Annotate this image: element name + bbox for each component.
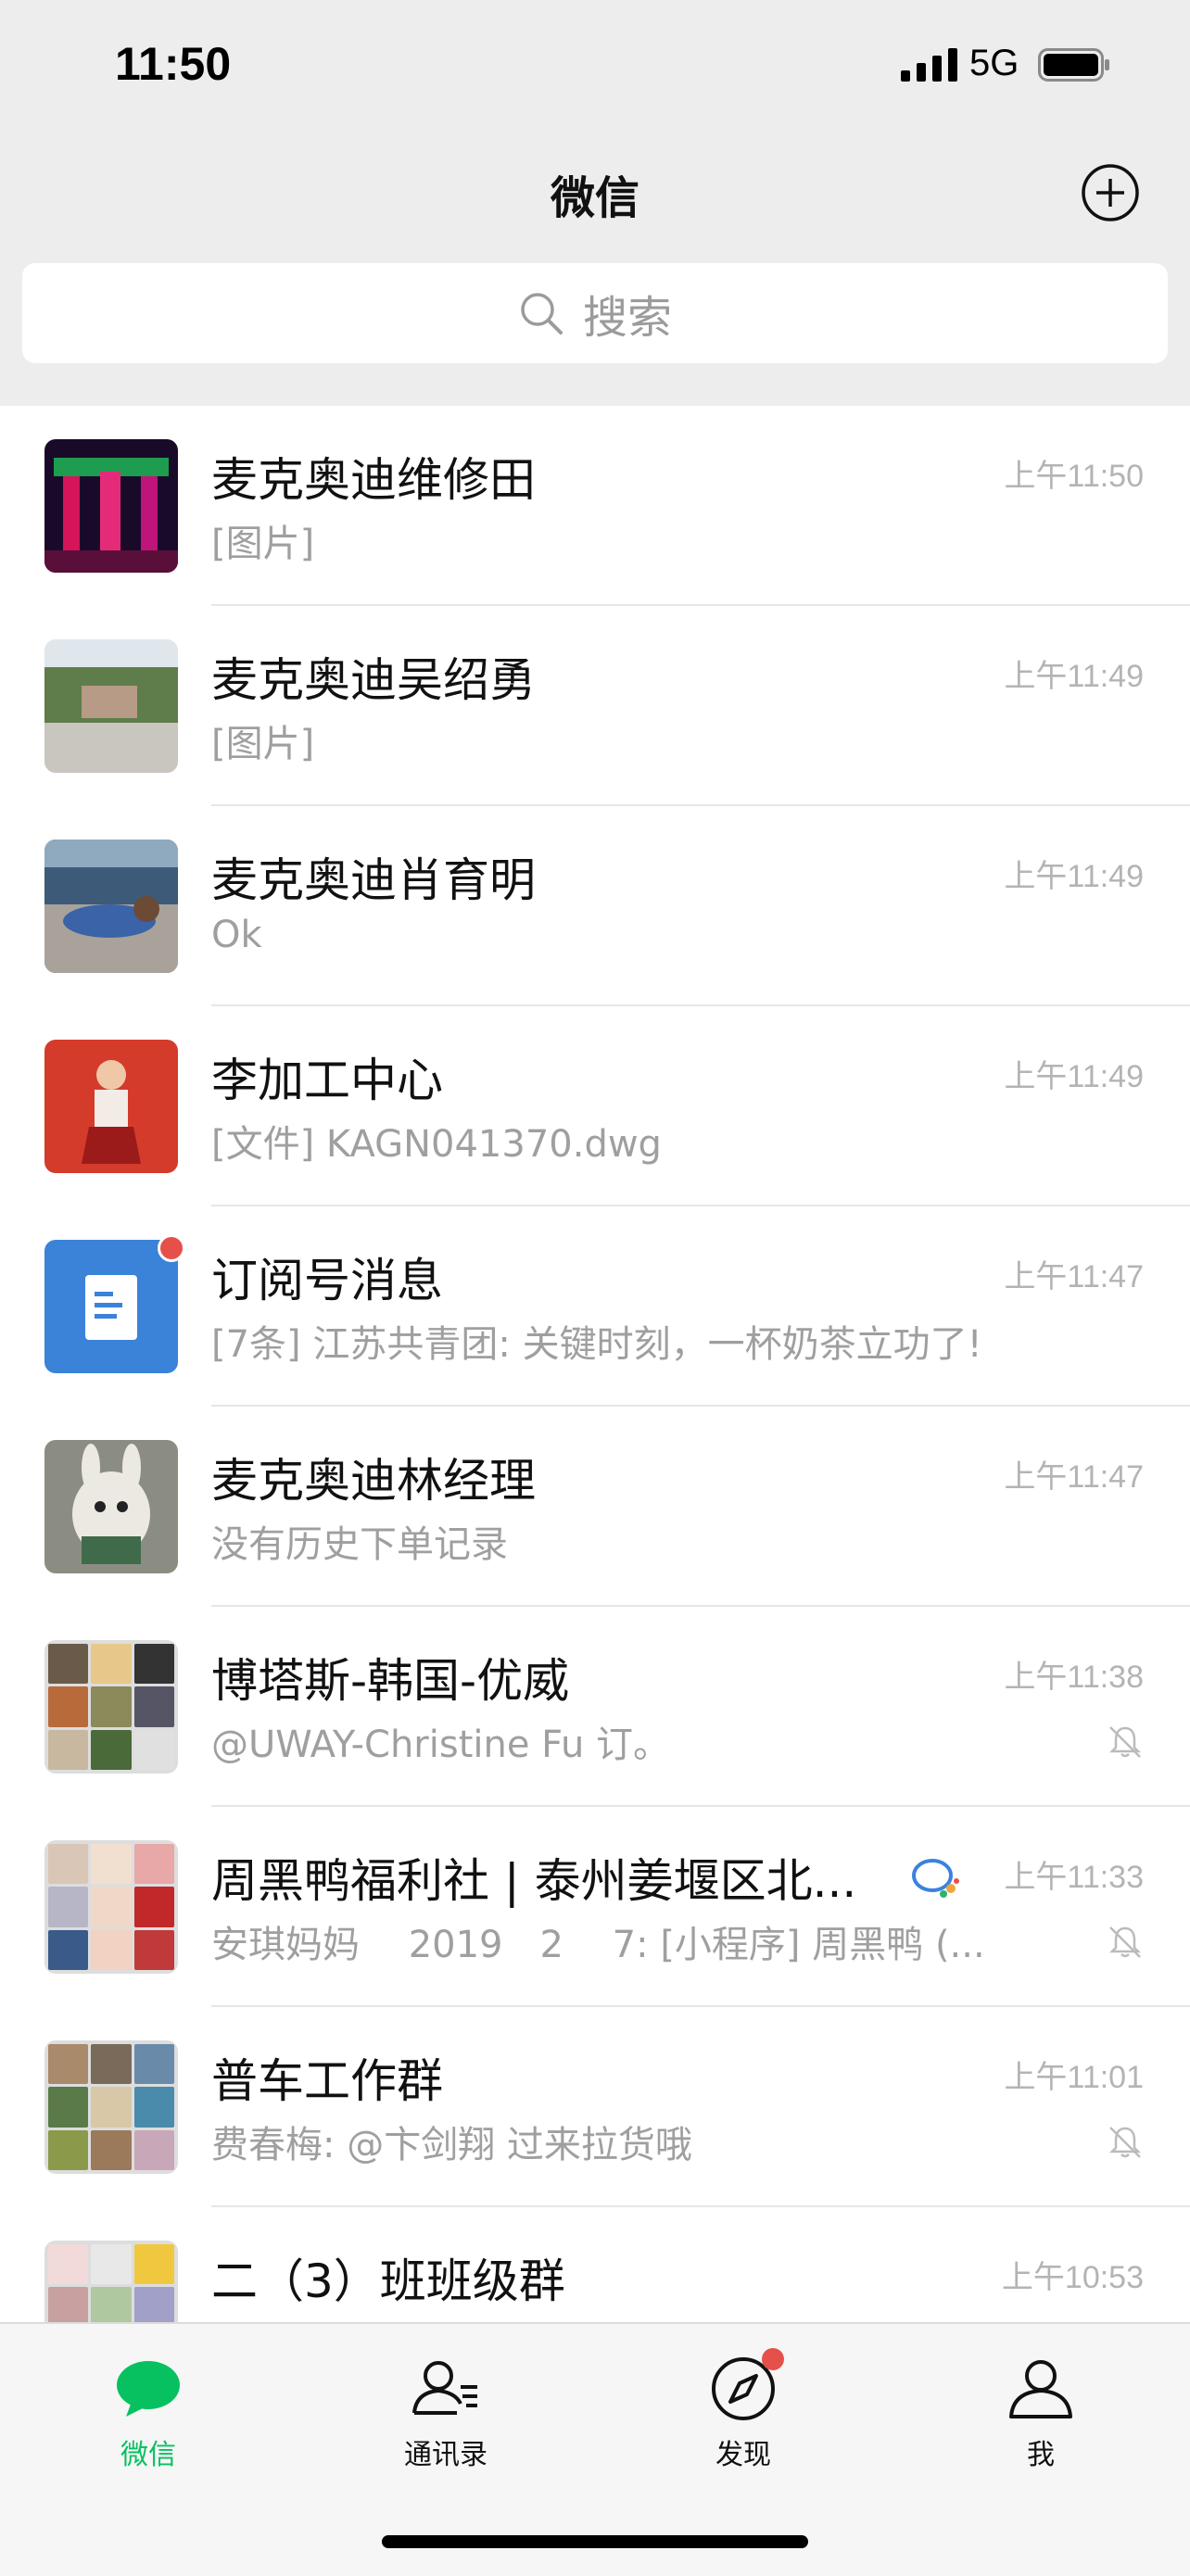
search-placeholder: 搜索 <box>582 292 672 344</box>
chat-item[interactable]: 麦克奥迪维修田 [图片] 上午11:50 <box>0 406 1190 606</box>
tab-discover[interactable]: 发现 <box>651 2348 836 2472</box>
avatar <box>44 1040 178 1173</box>
signal-strength-icon <box>901 48 957 82</box>
add-circle-icon[interactable] <box>1081 163 1140 222</box>
contacts-icon <box>412 2361 477 2415</box>
unread-dot <box>158 1234 185 1262</box>
chat-name: 博塔斯-韩国-优威 <box>211 1654 570 1708</box>
tab-chats[interactable]: 微信 <box>56 2352 241 2472</box>
person-icon <box>1009 2360 1072 2418</box>
chat-time: 上午10:53 <box>1001 2260 1144 2295</box>
chat-name: 二（3）班班级群 <box>211 2254 565 2308</box>
chat-time: 上午11:49 <box>1004 659 1144 694</box>
chat-time: 上午11:01 <box>1004 2060 1144 2095</box>
chat-time: 上午11:33 <box>1004 1860 1144 1895</box>
chat-time: 上午11:49 <box>1004 1059 1144 1094</box>
chat-preview: [7条] 江苏共青团: 关键时刻，一杯奶茶立功了! <box>211 1323 982 1366</box>
chat-name: 麦克奥迪林经理 <box>211 1454 536 1508</box>
chat-time: 上午11:47 <box>1004 1259 1144 1294</box>
chat-item[interactable]: 博塔斯-韩国-优威 @UWAY-Christine Fu 订。 上午11:38 <box>0 1607 1190 1807</box>
document-icon <box>44 1240 178 1373</box>
chat-preview: 费春梅: @卞剑翔 过来拉货哦 <box>211 2124 692 2166</box>
chat-name: 李加工中心 <box>211 1054 443 1107</box>
avatar <box>44 840 178 973</box>
tab-label: 发现 <box>715 2439 771 2471</box>
chat-preview: Ok <box>211 914 262 956</box>
status-time: 11:50 <box>115 38 232 90</box>
tab-label: 通讯录 <box>404 2439 487 2471</box>
chat-item[interactable]: 普车工作群 费春梅: @卞剑翔 过来拉货哦 上午11:01 <box>0 2007 1190 2207</box>
chat-name: 麦克奥迪维修田 <box>211 453 536 507</box>
search-bar[interactable]: 搜索 <box>22 263 1168 363</box>
chat-time: 上午11:38 <box>1004 1660 1144 1695</box>
avatar <box>44 439 178 573</box>
mute-bell-icon <box>1108 2127 1142 2158</box>
badge-dot <box>762 2348 784 2370</box>
group-avatar <box>44 2040 178 2174</box>
wecom-icon <box>912 1859 959 1898</box>
tab-label: 微信 <box>120 2439 176 2471</box>
chat-item[interactable]: 麦克奥迪林经理 没有历史下单记录 上午11:47 <box>0 1407 1190 1607</box>
mute-bell-icon <box>1108 1926 1142 1958</box>
chat-preview: [图片] <box>211 723 315 765</box>
tab-label: 我 <box>1027 2439 1055 2471</box>
chat-preview: 没有历史下单记录 <box>211 1523 508 1566</box>
chat-name: 周黑鸭福利社 | 泰州姜堰区北... <box>211 1854 857 1908</box>
chat-item[interactable]: 麦克奥迪吴绍勇 [图片] 上午11:49 <box>0 606 1190 806</box>
chat-bubble-icon <box>117 2361 180 2417</box>
chat-time: 上午11:49 <box>1004 859 1144 894</box>
chat-item[interactable]: 二（3）班班级群 上午10:53 <box>0 2207 1190 2326</box>
network-type: 5G <box>969 43 1019 83</box>
chat-name: 订阅号消息 <box>211 1254 443 1307</box>
subscription-avatar <box>44 1240 178 1373</box>
chat-preview: 安琪妈妈 2019 2 7: [小程序] 周黑鸭 (... <box>211 1924 985 1966</box>
chat-item[interactable]: 订阅号消息 [7条] 江苏共青团: 关键时刻，一杯奶茶立功了! 上午11:47 <box>0 1206 1190 1407</box>
chat-name: 麦克奥迪肖育明 <box>211 853 536 907</box>
avatar <box>44 639 178 773</box>
tab-contacts[interactable]: 通讯录 <box>353 2352 538 2472</box>
group-avatar <box>44 1640 178 1774</box>
battery-icon <box>1038 48 1109 82</box>
tab-me[interactable]: 我 <box>948 2352 1133 2472</box>
chat-name: 普车工作群 <box>211 2054 443 2108</box>
chat-item[interactable]: 李加工中心 [文件] KAGN041370.dwg 上午11:49 <box>0 1006 1190 1206</box>
page-title: 微信 <box>550 172 639 224</box>
status-bar: 11:50 5G <box>0 0 1190 130</box>
chat-preview: @UWAY-Christine Fu 订。 <box>211 1724 671 1766</box>
home-indicator[interactable] <box>382 2535 808 2548</box>
search-icon <box>521 293 563 335</box>
chat-name: 麦克奥迪吴绍勇 <box>211 653 536 707</box>
group-avatar <box>44 2241 178 2326</box>
mute-bell-icon <box>1108 1726 1142 1758</box>
chat-list: 麦克奥迪维修田 [图片] 上午11:50 麦克奥迪吴绍勇 [图片] 上午11:4… <box>0 406 1190 2326</box>
group-avatar <box>44 1840 178 1974</box>
chat-preview: [图片] <box>211 523 315 565</box>
chat-preview: [文件] KAGN041370.dwg <box>211 1123 662 1166</box>
avatar <box>44 1440 178 1573</box>
chat-time: 上午11:47 <box>1004 1459 1144 1495</box>
chat-item[interactable]: 周黑鸭福利社 | 泰州姜堰区北... 安琪妈妈 2019 2 7: [小程序] … <box>0 1807 1190 2007</box>
chat-item[interactable]: 麦克奥迪肖育明 Ok 上午11:49 <box>0 806 1190 1006</box>
chat-time: 上午11:50 <box>1004 459 1144 494</box>
